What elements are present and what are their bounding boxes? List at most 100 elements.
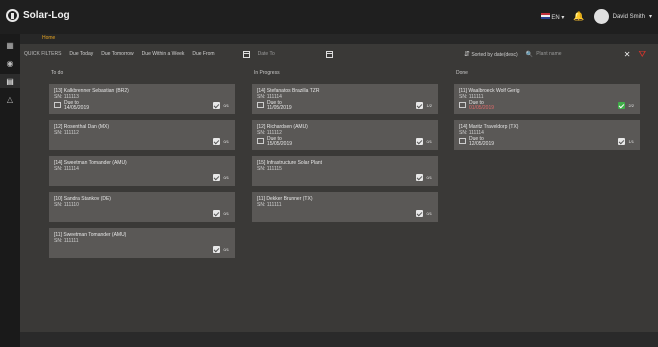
due-tomorrow-button[interactable]: Due Tomorrow <box>101 51 133 57</box>
check-icon <box>213 210 221 217</box>
task-card[interactable]: [13] Kalkbrenner Sebastian (BR2) SN: 111… <box>49 84 235 114</box>
search-input[interactable]: Plant name <box>536 51 561 57</box>
progress-indicator: 0/1 <box>213 210 229 217</box>
language-selector[interactable]: EN ▾ <box>540 12 564 21</box>
column-in-progress: In Progress [14] Stefanatos Brazilla TZR… <box>252 70 438 228</box>
task-card[interactable]: [11] Sweetman Tomander (AMU) SN: 111111 … <box>49 228 235 258</box>
sidebar-item-alerts[interactable]: △ <box>0 92 20 106</box>
task-card[interactable]: [14] Sweetman Tomander (AMU) SN: 111114 … <box>49 156 235 186</box>
sidebar-item-globe[interactable]: ◉ <box>0 56 20 70</box>
app-title: Solar-Log <box>23 10 70 21</box>
globe-icon: ◉ <box>6 58 14 68</box>
progress-indicator: 2/2 <box>618 102 634 109</box>
progress-count: 0/1 <box>223 138 229 144</box>
task-card[interactable]: [15] Infrastructure Solar Plant SN: 1111… <box>252 156 438 186</box>
due-date-overdue: 01/05/2019 <box>469 105 495 111</box>
card-serial: SN: 111110 <box>54 202 79 208</box>
progress-count: 0/1 <box>223 210 229 216</box>
sidebar: ▦ ◉ ▤ △ <box>0 34 20 347</box>
card-serial: SN: 111111 <box>459 94 484 100</box>
progress-count: 0/1 <box>223 102 229 108</box>
due-info: Due to 01/05/2019 <box>459 101 635 111</box>
card-serial: SN: 111114 <box>459 130 484 136</box>
due-within-week-button[interactable]: Due Within a Week <box>142 51 185 57</box>
sort-control[interactable]: ⇵ Sorted by date(desc) <box>464 50 518 58</box>
column-title: To do <box>51 70 64 76</box>
card-serial: SN: 111113 <box>54 94 79 100</box>
progress-count: 1/1 <box>628 138 634 144</box>
sort-icon: ⇵ <box>464 51 470 58</box>
user-name: David Smith <box>612 13 645 20</box>
sort-search-controls: ⇵ Sorted by date(desc) 🔍 Plant name ✕ ⛛ <box>464 47 646 61</box>
progress-indicator: 0/1 <box>213 174 229 181</box>
chevron-down-icon: ▾ <box>648 14 652 20</box>
task-card[interactable]: [12] Rosenthal Dan (MX) SN: 111112 0/1 <box>49 120 235 150</box>
column-title: Done <box>456 70 468 76</box>
column-done: Done [11] Waalbroeck Wolf Gerig SN: 1111… <box>454 70 640 156</box>
quick-filters: QUICK FILTERS Due Today Due Tomorrow Due… <box>24 47 333 61</box>
calendar-icon[interactable] <box>242 50 250 58</box>
alerts-icon: △ <box>6 94 14 104</box>
user-menu[interactable]: David Smith ▾ <box>593 9 652 24</box>
language-label: EN <box>551 14 560 21</box>
card-serial: SN: 111112 <box>54 130 79 136</box>
column-title: In Progress <box>254 70 280 76</box>
progress-count: 0/1 <box>223 174 229 180</box>
column-todo: To do [13] Kalkbrenner Sebastian (BR2) S… <box>49 70 235 264</box>
breadcrumb-bar: Home <box>20 34 658 44</box>
check-icon <box>213 174 221 181</box>
calendar-icon <box>54 102 61 108</box>
due-from-field[interactable] <box>242 50 250 58</box>
progress-indicator: 1/2 <box>416 102 432 109</box>
progress-count: 0/1 <box>426 174 432 180</box>
sidebar-item-tasks[interactable]: ▤ <box>0 74 20 88</box>
top-right-controls: EN ▾ 🔔 David Smith ▾ <box>540 9 652 24</box>
check-done-icon <box>618 102 626 109</box>
due-info: Due to 11/05/2019 <box>257 101 433 111</box>
calendar-icon <box>459 102 466 108</box>
progress-indicator: 0/1 <box>416 174 432 181</box>
task-card[interactable]: [14] Maritz Traveldorp (TX) SN: 111114 D… <box>454 120 640 150</box>
progress-count: 0/1 <box>426 210 432 216</box>
dashboard-icon: ▦ <box>6 40 14 50</box>
search-box[interactable]: 🔍 Plant name <box>526 51 596 58</box>
task-card[interactable]: [10] Sandra Stankov (DE) SN: 111110 0/1 <box>49 192 235 222</box>
calendar-icon[interactable] <box>325 50 333 58</box>
sidebar-item-dashboard[interactable]: ▦ <box>0 38 20 52</box>
task-card[interactable]: [11] Waalbroeck Wolf Gerig SN: 111111 Du… <box>454 84 640 114</box>
top-bar: Solar-Log EN ▾ 🔔 David Smith ▾ <box>0 0 658 34</box>
card-serial: SN: 111115 <box>257 166 282 172</box>
due-info: Due to 15/05/2019 <box>257 137 433 147</box>
progress-indicator: 0/1 <box>416 138 432 145</box>
due-info: Due to 12/05/2019 <box>459 137 635 147</box>
progress-count: 0/1 <box>223 246 229 252</box>
progress-indicator: 0/1 <box>213 138 229 145</box>
due-date: 15/05/2019 <box>267 141 293 147</box>
progress-indicator: 0/1 <box>416 210 432 217</box>
progress-indicator: 1/1 <box>618 138 634 145</box>
due-date: 14/05/2019 <box>64 105 90 111</box>
sort-label: Sorted by date(desc) <box>471 52 518 58</box>
task-card[interactable]: [14] Stefanatos Brazilla TZR SN: 111114 … <box>252 84 438 114</box>
task-card[interactable]: [11] Dekker Brunner (TX) SN: 111111 0/1 <box>252 192 438 222</box>
check-icon <box>618 138 626 145</box>
card-serial: SN: 111114 <box>54 166 79 172</box>
check-icon <box>416 102 424 109</box>
calendar-icon <box>459 138 466 144</box>
bell-icon[interactable]: 🔔 <box>573 11 584 22</box>
close-icon[interactable]: ✕ <box>624 50 631 59</box>
search-icon: 🔍 <box>525 51 534 58</box>
due-to-input[interactable]: Date To <box>258 51 298 57</box>
flag-icon <box>540 12 550 19</box>
check-icon <box>416 174 424 181</box>
due-to-field[interactable] <box>325 50 333 58</box>
card-serial: SN: 111111 <box>54 238 79 244</box>
solar-log-logo-icon <box>6 9 19 22</box>
task-card[interactable]: [12] Richardsen (AMU) SN: 111112 Due to 1… <box>252 120 438 150</box>
due-today-button[interactable]: Due Today <box>69 51 93 57</box>
check-icon <box>416 210 424 217</box>
check-icon <box>213 102 221 109</box>
filter-off-icon[interactable]: ⛛ <box>638 49 646 60</box>
breadcrumb[interactable]: Home <box>42 35 55 41</box>
app-logo[interactable]: Solar-Log <box>6 9 70 22</box>
